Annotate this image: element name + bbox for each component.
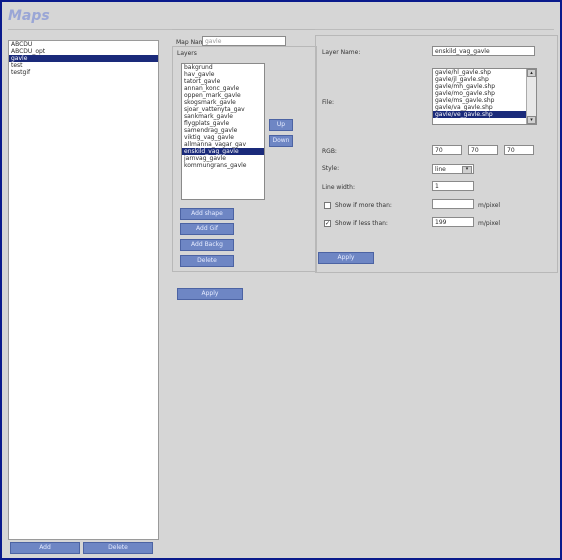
file-label: File: — [322, 99, 335, 106]
layer-list-item[interactable]: sjoar_vattenyta_gav — [182, 106, 264, 113]
rgb-label: RGB: — [322, 148, 337, 155]
add-gif-button[interactable]: Add Gif — [180, 223, 234, 235]
layer-list-item[interactable]: oppen_mark_gavle — [182, 92, 264, 99]
file-list-item[interactable]: gavle/ve_gavle.shp — [433, 111, 536, 118]
file-list-item[interactable]: gavle/mh_gavle.shp — [433, 83, 536, 90]
layer-list-item[interactable]: kommungrans_gavle — [182, 162, 264, 169]
layer-list-item[interactable]: annan_konc_gavle — [182, 85, 264, 92]
map-name-value: gavle — [205, 38, 222, 45]
file-list-item[interactable]: gavle/hl_gavle.shp — [433, 69, 536, 76]
map-list-item[interactable]: ABCDU_opt — [9, 48, 158, 55]
show-more-unit: m/pixel — [478, 202, 501, 209]
show-more-label: Show if more than: — [335, 202, 392, 209]
chevron-down-icon: ▾ — [462, 166, 472, 174]
style-label: Style: — [322, 165, 340, 172]
show-less-label: Show if less than: — [335, 220, 388, 227]
map-name-input[interactable]: gavle — [202, 36, 286, 46]
map-name-divider — [172, 29, 315, 31]
layer-list-item[interactable]: flygplats_gavle — [182, 120, 264, 127]
style-value: line — [435, 166, 446, 173]
layer-list-item[interactable]: allmanna_vagar_gav — [182, 141, 264, 148]
show-more-checkbox[interactable] — [324, 202, 331, 209]
file-list-item[interactable]: gavle/ms_gavle.shp — [433, 97, 536, 104]
page-title: Maps — [8, 8, 50, 24]
delete-layer-button[interactable]: Delete — [180, 255, 234, 267]
show-less-input[interactable]: 199 — [432, 217, 474, 227]
layer-list-item[interactable]: tatort_gavle — [182, 78, 264, 85]
layer-list-item[interactable]: viktig_vag_gavle — [182, 134, 264, 141]
rgb-green-input[interactable]: 70 — [468, 145, 498, 155]
file-list-scrollbar[interactable]: ▴ ▾ — [526, 69, 536, 124]
scroll-up-icon[interactable]: ▴ — [527, 69, 536, 77]
layer-name-label: Layer Name: — [322, 49, 361, 56]
file-list[interactable]: gavle/hl_gavle.shp gavle/jl_gavle.shp gavl… — [432, 68, 537, 125]
file-list-item[interactable]: gavle/va_gavle.shp — [433, 104, 536, 111]
map-list-item[interactable]: gavle — [9, 55, 158, 62]
line-width-input[interactable]: 1 — [432, 181, 474, 191]
rgb-red-input[interactable]: 70 — [432, 145, 462, 155]
map-list-item[interactable]: test — [9, 62, 158, 69]
show-less-unit: m/pixel — [478, 220, 501, 227]
apply-button[interactable]: Apply — [177, 288, 243, 300]
file-list-item[interactable]: gavle/jl_gavle.shp — [433, 76, 536, 83]
layers-list[interactable]: bakgrund hav_gavle tatort_gavle annan_konc_… — [181, 63, 265, 200]
map-list-item[interactable]: ABCDU — [9, 41, 158, 48]
layer-down-button[interactable]: Down — [269, 135, 293, 147]
layers-heading: Layers — [177, 50, 197, 57]
layer-list-item[interactable]: sankmark_gavle — [182, 113, 264, 120]
delete-map-button[interactable]: Delete — [83, 542, 153, 554]
add-map-button[interactable]: Add — [10, 542, 80, 554]
layer-list-item[interactable]: enskild_vag_gavle — [182, 148, 264, 155]
map-list-item[interactable]: testgif — [9, 69, 158, 76]
layer-list-item[interactable]: samendrag_gavle — [182, 127, 264, 134]
scroll-down-icon[interactable]: ▾ — [527, 116, 536, 124]
style-select[interactable]: line ▾ — [432, 164, 474, 174]
show-less-checkbox[interactable]: ✓ — [324, 220, 331, 227]
layer-list-item[interactable]: jarnvag_gavle — [182, 155, 264, 162]
layer-up-button[interactable]: Up — [269, 119, 293, 131]
apply-layer-button[interactable]: Apply — [318, 252, 374, 264]
layer-list-item[interactable]: hav_gavle — [182, 71, 264, 78]
layer-list-item[interactable]: bakgrund — [182, 64, 264, 71]
show-more-input[interactable] — [432, 199, 474, 209]
map-list[interactable]: ABCDU ABCDU_opt gavle test testgif — [8, 40, 159, 540]
add-background-button[interactable]: Add Backg — [180, 239, 234, 251]
layer-name-input[interactable]: enskild_vag_gavle — [432, 46, 535, 56]
line-width-label: Line width: — [322, 184, 355, 191]
add-shape-button[interactable]: Add shape — [180, 208, 234, 220]
rgb-blue-input[interactable]: 70 — [504, 145, 534, 155]
file-list-item[interactable]: gavle/mo_gavle.shp — [433, 90, 536, 97]
maps-window: Maps ABCDU ABCDU_opt gavle test testgif Add … — [0, 0, 562, 560]
layer-list-item[interactable]: skogsmark_gavle — [182, 99, 264, 106]
